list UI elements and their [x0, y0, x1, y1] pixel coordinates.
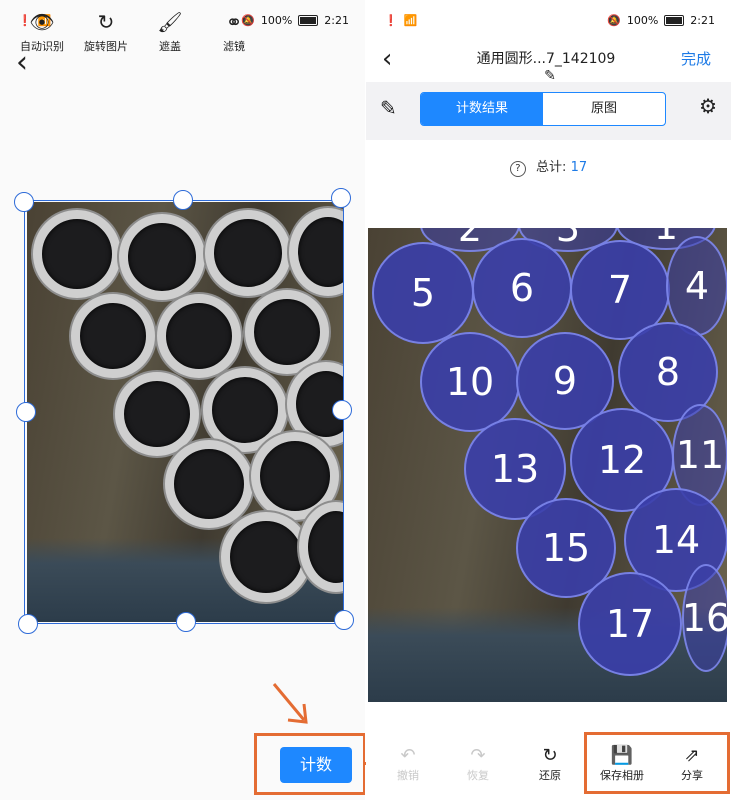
battery-icon	[664, 15, 685, 26]
tool-label: 自动识别	[20, 40, 64, 53]
crop-handle[interactable]	[16, 402, 36, 422]
view-toggle: 计数结果 原图	[420, 92, 666, 126]
tool-label: 撤销	[397, 769, 419, 782]
crop-handle[interactable]	[332, 400, 352, 420]
edit-note-icon[interactable]: ✎	[380, 96, 397, 120]
crop-handle[interactable]	[331, 188, 351, 208]
share-icon: ⇗	[684, 745, 700, 766]
status-bar: ❗ 📶 🔕 100% 2:21	[366, 0, 731, 38]
result-screen: ❗ 📶 🔕 100% 2:21 ‹ 通用圆形...7_142109 ✎ 完成 ✎ …	[366, 0, 731, 800]
tool-label: 分享	[681, 769, 703, 782]
mask-tool[interactable]: 🖌 遮盖	[144, 10, 196, 54]
total-value: 17	[570, 160, 588, 175]
eye-scan-icon: 👁	[29, 10, 55, 34]
count-marker[interactable]: 16	[682, 564, 727, 672]
back-chevron-icon[interactable]: ‹	[382, 46, 392, 72]
filter-icon: ⚭	[225, 10, 243, 34]
redo-icon: ↷	[470, 745, 486, 766]
battery-icon	[298, 15, 319, 26]
save-album-tool[interactable]: 💾 保存相册	[592, 745, 652, 783]
crop-handle[interactable]	[334, 610, 354, 630]
share-tool[interactable]: ⇗ 分享	[662, 745, 722, 783]
tab-count-result[interactable]: 计数结果	[421, 93, 543, 125]
crop-frame[interactable]	[24, 200, 344, 624]
done-button[interactable]: 完成	[681, 48, 711, 69]
tool-label: 旋转图片	[84, 40, 128, 53]
page-title: 通用圆形...7_142109 ✎	[466, 48, 626, 84]
tab-original[interactable]: 原图	[543, 93, 665, 125]
restore-icon: ↻	[542, 745, 558, 766]
help-icon[interactable]: ?	[509, 161, 526, 177]
count-marker[interactable]: 6	[472, 238, 572, 338]
count-marker[interactable]: 5	[372, 242, 474, 344]
filter-tool[interactable]: ⚭ 滤镜	[208, 10, 260, 54]
redo-tool[interactable]: ↷ 恢复	[448, 745, 508, 783]
rotate-icon: ↻	[97, 10, 115, 34]
crop-handle[interactable]	[18, 614, 38, 634]
result-photo: 2 3 1 5 6 7 4 10 9 8 13 12 11 15 14 17 1…	[368, 228, 727, 702]
title-text: 通用圆形...7_142109	[476, 51, 616, 67]
crop-handle[interactable]	[176, 612, 196, 632]
count-marker[interactable]: 10	[420, 332, 520, 432]
tool-label: 还原	[539, 769, 561, 782]
total-label: 总计:	[536, 160, 567, 175]
crop-handle[interactable]	[14, 192, 34, 212]
count-marker[interactable]: 4	[666, 236, 727, 336]
tool-label: 滤镜	[223, 40, 245, 53]
tool-label: 恢复	[467, 769, 489, 782]
mute-icon: 🔕	[607, 14, 621, 27]
count-marker[interactable]: 17	[578, 572, 682, 676]
save-disk-icon: 💾	[610, 745, 634, 766]
auto-recognize-tool[interactable]: 👁 自动识别	[16, 10, 68, 54]
total-count: ? 总计: 17	[366, 156, 731, 177]
clock: 2:21	[690, 14, 715, 27]
crop-handle[interactable]	[173, 190, 193, 210]
crop-screen: ❗ 📶 🔕 100% 2:21 ‹ 👁 自动识别 ↻ 旋转图片 🖌 遮盖 ⚭ 滤…	[0, 0, 365, 800]
undo-tool[interactable]: ↶ 撤销	[378, 745, 438, 783]
count-button[interactable]: 计数	[280, 747, 352, 783]
settings-gear-icon[interactable]: ⚙	[699, 94, 717, 118]
restore-tool[interactable]: ↻ 还原	[520, 745, 580, 783]
battery-percent: 100%	[626, 14, 659, 27]
tool-label: 遮盖	[159, 40, 181, 53]
brush-icon: 🖌	[157, 10, 183, 34]
battery-percent: 100%	[260, 14, 293, 27]
arrow-annotation-icon	[272, 683, 308, 724]
undo-icon: ↶	[400, 745, 416, 766]
clock: 2:21	[324, 14, 349, 27]
tool-label: 保存相册	[600, 769, 644, 782]
wifi-icon: 📶	[403, 14, 418, 27]
toolbar-strip: ✎ 计数结果 原图 ⚙	[366, 82, 731, 140]
alert-icon: ❗	[384, 14, 398, 27]
rotate-tool[interactable]: ↻ 旋转图片	[80, 10, 132, 54]
